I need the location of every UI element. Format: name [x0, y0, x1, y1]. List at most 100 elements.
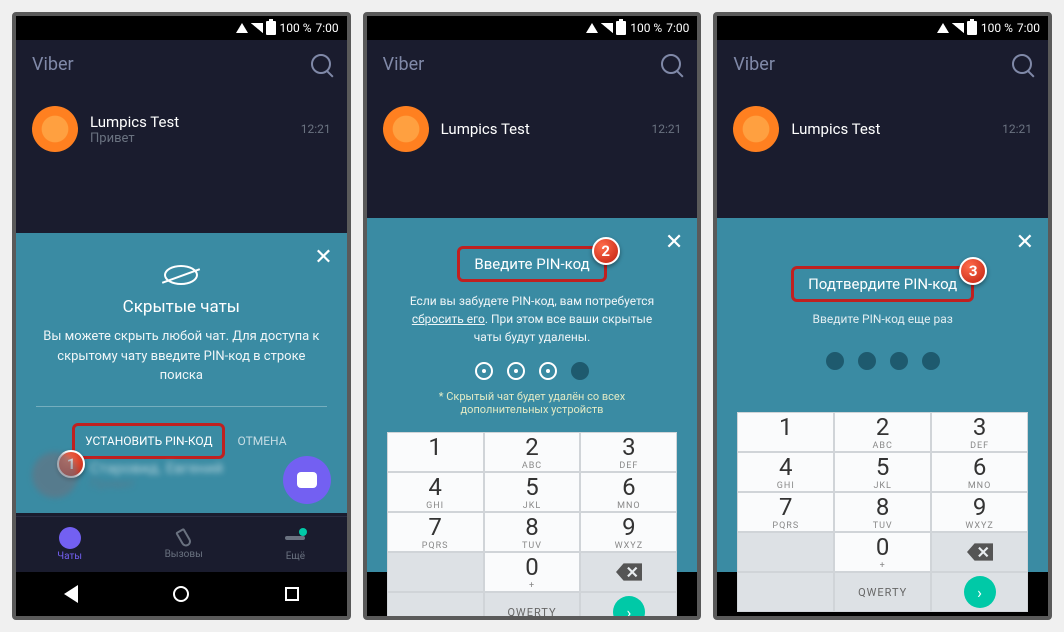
app-header: Viber [367, 40, 698, 88]
key-8[interactable]: 8TUV [834, 492, 931, 532]
compose-fab[interactable] [283, 456, 331, 504]
key-2[interactable]: 2ABC [484, 432, 581, 472]
status-bar: 100 % 7:00 [717, 16, 1048, 40]
pin-dot-active [571, 362, 589, 380]
nav-more[interactable]: Ещё [285, 527, 305, 562]
dialog-text: Вы можете скрыть любой чат. Для доступа … [36, 327, 327, 386]
enter-pin-title: Введите PIN-код 2 [457, 246, 606, 282]
key-0[interactable]: 0+ [834, 532, 931, 572]
recent-button[interactable] [285, 587, 299, 601]
chat-name: Lumpics Test [90, 113, 289, 131]
avatar [32, 452, 78, 498]
key-1[interactable]: 1 [737, 412, 834, 452]
enter-pin-dialog: ✕ Введите PIN-код 2 Если вы забудете PIN… [367, 218, 698, 572]
key-0[interactable]: 0+ [484, 552, 581, 592]
chat-list: Lumpics Test 12:21 ✕ Подтвердите PIN-код… [717, 88, 1048, 572]
status-bar: 100 % 7:00 [367, 16, 698, 40]
chat-time: 12:21 [301, 122, 331, 136]
pin-dot [539, 362, 557, 380]
key-3[interactable]: 3DEF [580, 432, 677, 472]
eye-slash-icon [164, 265, 198, 285]
back-button[interactable] [64, 585, 78, 603]
signal-icon [251, 23, 263, 33]
numeric-keypad: 1 2ABC 3DEF 4GHI 5JKL 6MNO 7PQRS 8TUV 9W… [387, 432, 678, 620]
key-empty [387, 592, 484, 620]
pin-dots [757, 352, 1008, 370]
qwerty-toggle[interactable]: QWERTY [834, 572, 931, 612]
step-badge-3: 3 [959, 257, 987, 285]
key-4[interactable]: 4GHI [737, 452, 834, 492]
go-key[interactable]: › [931, 572, 1028, 612]
key-9[interactable]: 9WXYZ [931, 492, 1028, 532]
numeric-keypad: 1 2ABC 3DEF 4GHI 5JKL 6MNO 7PQRS 8TUV 9W… [737, 412, 1028, 612]
reset-link[interactable]: сбросить его [412, 312, 485, 326]
key-7[interactable]: 7PQRS [737, 492, 834, 532]
chat-icon [59, 527, 81, 549]
chat-list: Lumpics Test Привет 12:21 ✕ Скрытые чаты… [16, 88, 347, 516]
step-badge-2: 2 [592, 237, 620, 265]
pin-dot-filled [826, 352, 844, 370]
confirm-pin-title: Подтвердите PIN-код 3 [791, 266, 974, 302]
phone-icon [175, 528, 193, 549]
chat-item[interactable]: Lumpics Test 12:21 [367, 96, 698, 162]
status-bar: 100 % 7:00 [16, 16, 347, 40]
pin-info-text: Если вы забудете PIN-код, вам потребуетс… [407, 292, 658, 346]
chat-item[interactable]: Lumpics Test 12:21 [717, 96, 1048, 162]
search-icon[interactable] [661, 54, 681, 74]
confirm-pin-dialog: ✕ Подтвердите PIN-код 3 Введите PIN-код … [717, 218, 1048, 572]
wifi-icon [236, 23, 248, 33]
key-2[interactable]: 2ABC [834, 412, 931, 452]
pin-dot-filled [922, 352, 940, 370]
backspace-key[interactable] [580, 552, 677, 592]
home-button[interactable] [173, 586, 189, 602]
bottom-nav: Чаты Вызовы Ещё [16, 516, 347, 572]
key-empty [387, 552, 484, 592]
app-header: Viber [717, 40, 1048, 88]
app-header: Viber [16, 40, 347, 88]
key-5[interactable]: 5JKL [484, 472, 581, 512]
pin-dot-filled [890, 352, 908, 370]
app-title: Viber [32, 54, 74, 75]
search-icon[interactable] [1012, 54, 1032, 74]
chevron-right-icon: › [964, 576, 996, 608]
key-7[interactable]: 7PQRS [387, 512, 484, 552]
pin-dot-filled [858, 352, 876, 370]
search-icon[interactable] [311, 54, 331, 74]
key-empty [737, 532, 834, 572]
key-9[interactable]: 9WXYZ [580, 512, 677, 552]
pin-dot [507, 362, 525, 380]
pin-dot [475, 362, 493, 380]
close-icon[interactable]: ✕ [1016, 230, 1034, 255]
backspace-key[interactable] [931, 532, 1028, 572]
system-nav [16, 572, 347, 616]
key-6[interactable]: 6MNO [931, 452, 1028, 492]
key-4[interactable]: 4GHI [387, 472, 484, 512]
close-icon[interactable]: ✕ [665, 230, 683, 255]
phone-screen-2: 100 % 7:00 Viber Lumpics Test 12:21 ✕ Вв… [363, 12, 702, 620]
go-key[interactable]: › [580, 592, 677, 620]
chat-item[interactable]: Lumpics Test Привет 12:21 [16, 96, 347, 162]
qwerty-toggle[interactable]: QWERTY [484, 592, 581, 620]
phone-screen-1: 100 % 7:00 Viber Lumpics Test Привет 12:… [12, 12, 351, 620]
key-empty [737, 572, 834, 612]
clock: 7:00 [316, 21, 339, 35]
dialog-title: Скрытые чаты [36, 297, 327, 317]
phone-screen-3: 100 % 7:00 Viber Lumpics Test 12:21 ✕ По… [713, 12, 1052, 620]
key-3[interactable]: 3DEF [931, 412, 1028, 452]
nav-calls[interactable]: Вызовы [165, 529, 203, 560]
chat-message: Привет [90, 131, 289, 146]
pin-note: * Скрытый чат будет удалён со всех допол… [407, 390, 658, 416]
chevron-right-icon: › [613, 596, 645, 620]
close-icon[interactable]: ✕ [314, 245, 332, 270]
key-6[interactable]: 6MNO [580, 472, 677, 512]
battery-icon [266, 21, 276, 35]
key-1[interactable]: 1 [387, 432, 484, 472]
nav-chats[interactable]: Чаты [57, 527, 82, 562]
chat-list: Lumpics Test 12:21 ✕ Введите PIN-код 2 Е… [367, 88, 698, 572]
more-icon [285, 536, 305, 540]
avatar [32, 106, 78, 152]
battery-percent: 100 % [280, 21, 312, 35]
key-8[interactable]: 8TUV [484, 512, 581, 552]
key-5[interactable]: 5JKL [834, 452, 931, 492]
confirm-pin-sub: Введите PIN-код еще раз [757, 312, 1008, 326]
